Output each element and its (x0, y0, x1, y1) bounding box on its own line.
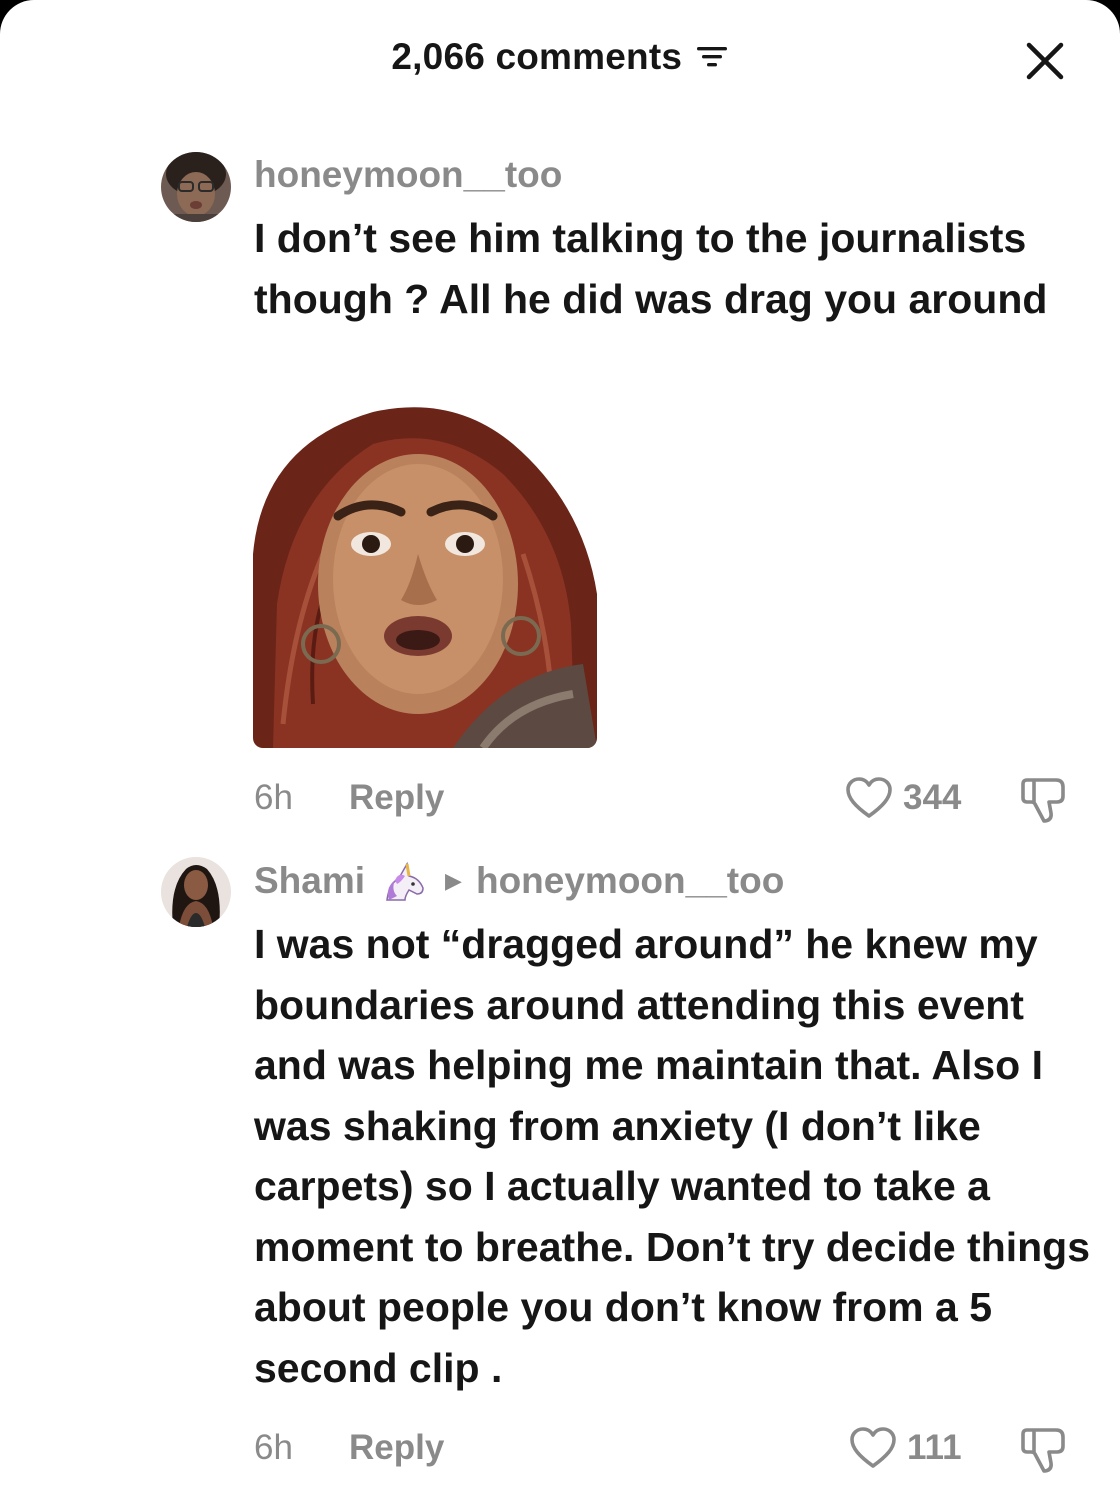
comment-username[interactable]: Shami (254, 860, 365, 902)
comments-count-title: 2,066 comments (391, 36, 683, 77)
comment-text: I don’t see him talking to the journalis… (254, 215, 1048, 322)
sort-filter-icon[interactable] (695, 42, 729, 72)
reply-to-arrow-icon: ▶ (445, 868, 462, 893)
comment-username-row: Shami ▶ honeymoon__too (254, 860, 784, 902)
avatar-image (161, 152, 231, 222)
close-icon[interactable] (1022, 38, 1068, 84)
comment-time: 6h (254, 778, 293, 817)
unicorn-icon (386, 861, 424, 901)
like-button[interactable]: 111 (849, 1426, 962, 1470)
comments-sheet: 2,066 comments honeymoon__too I don’t se… (0, 0, 1120, 1500)
comments-header: 2,066 comments (0, 30, 1120, 90)
like-button[interactable]: 344 (845, 776, 961, 820)
like-count: 344 (903, 778, 962, 817)
sticker-face-image (253, 404, 597, 748)
reply-button[interactable]: Reply (349, 778, 444, 818)
dislike-icon[interactable] (1018, 1424, 1070, 1476)
dislike-icon[interactable] (1018, 774, 1070, 826)
heart-icon (850, 1427, 896, 1468)
avatar-image (161, 857, 231, 927)
sticker-image[interactable] (253, 404, 597, 748)
heart-icon (846, 777, 892, 818)
comment-username-row: honeymoon__too (254, 154, 562, 196)
comment-username[interactable]: honeymoon__too (254, 154, 562, 196)
header-title-wrap: 2,066 comments (0, 36, 1120, 78)
like-count: 111 (907, 1428, 962, 1467)
comment-text: I was not “dragged around” he knew my bo… (254, 921, 1091, 1391)
reply-to-username[interactable]: honeymoon__too (476, 860, 784, 902)
avatar[interactable] (161, 152, 231, 222)
comment-time: 6h (254, 1428, 293, 1467)
avatar[interactable] (161, 857, 231, 927)
reply-button[interactable]: Reply (349, 1428, 444, 1468)
